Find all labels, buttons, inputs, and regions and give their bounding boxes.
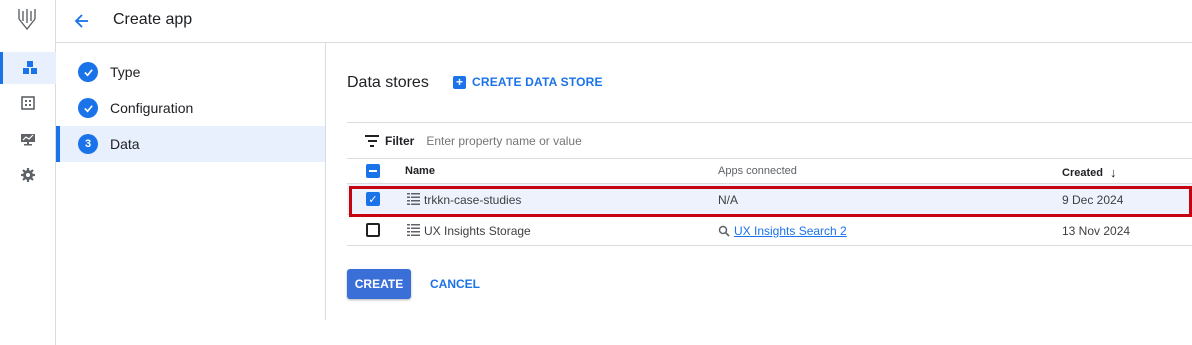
filter-bar: Filter	[347, 122, 1192, 159]
page-header: Create app	[56, 0, 1192, 43]
app-link-label: UX Insights Search 2	[734, 224, 847, 238]
table-row[interactable]: UX Insights Storage UX Insights Search 2…	[347, 215, 1192, 246]
data-stores-table: Filter Name Apps connected Created ↓ ✓	[347, 122, 1192, 246]
side-rail	[0, 0, 56, 345]
table-header: Name Apps connected Created ↓	[347, 159, 1192, 184]
step-type[interactable]: Type	[56, 54, 325, 90]
create-button[interactable]: CREATE	[347, 269, 411, 299]
step-data[interactable]: 3 Data	[56, 126, 325, 162]
app-link[interactable]: UX Insights Search 2	[718, 224, 847, 238]
column-created-label: Created	[1062, 166, 1103, 179]
check-circle-icon	[78, 62, 98, 82]
step-number-badge: 3	[78, 134, 98, 154]
cubes-icon	[22, 61, 37, 74]
rail-item-apps[interactable]	[0, 52, 56, 84]
section-title: Data stores	[347, 74, 429, 91]
create-data-store-label: CREATE DATA STORE	[472, 75, 603, 89]
select-all-checkbox[interactable]	[366, 164, 380, 178]
row-checkbox[interactable]: ✓	[366, 192, 380, 206]
step-label: Data	[110, 136, 140, 152]
add-box-icon: +	[453, 75, 466, 89]
filter-icon[interactable]	[365, 134, 379, 147]
data-store-icon	[407, 193, 420, 205]
row-created: 13 Nov 2024	[1062, 224, 1131, 238]
filter-label: Filter	[385, 133, 415, 148]
step-label: Type	[110, 64, 141, 80]
search-icon	[718, 225, 730, 237]
data-stores-panel: Data stores + CREATE DATA STORE Filter N…	[347, 43, 1192, 345]
rail-item-data[interactable]	[0, 87, 56, 119]
row-name: UX Insights Storage	[424, 224, 531, 238]
cancel-button[interactable]: CANCEL	[423, 269, 487, 299]
table-row[interactable]: ✓ trkkn-case-studies N/A 9 Dec 2024	[347, 184, 1192, 215]
row-apps: N/A	[718, 193, 739, 207]
grid-icon	[21, 96, 35, 110]
rail-item-settings[interactable]	[0, 159, 56, 191]
step-configuration[interactable]: Configuration	[56, 90, 325, 126]
check-circle-icon	[78, 98, 98, 118]
monitor-icon	[21, 134, 35, 146]
data-store-icon	[407, 224, 420, 236]
rail-item-monitoring[interactable]	[0, 123, 56, 155]
row-created: 9 Dec 2024	[1062, 193, 1124, 207]
create-app-stepper: Type Configuration 3 Data	[56, 43, 326, 320]
arrow-back-icon	[74, 14, 88, 28]
gear-icon	[21, 168, 35, 182]
back-button[interactable]	[70, 9, 94, 33]
step-label: Configuration	[110, 100, 194, 116]
row-checkbox[interactable]	[366, 223, 380, 237]
create-data-store-button[interactable]: + CREATE DATA STORE	[453, 75, 603, 89]
app-logo-icon[interactable]	[16, 7, 38, 33]
filter-input[interactable]	[426, 133, 827, 148]
arrow-down-icon[interactable]: ↓	[1110, 165, 1117, 180]
column-name[interactable]: Name	[405, 165, 435, 177]
row-name: trkkn-case-studies	[424, 193, 522, 207]
page-title: Create app	[113, 11, 193, 28]
column-apps-connected: Apps connected	[718, 165, 797, 177]
column-created[interactable]: Created ↓	[1062, 165, 1116, 180]
